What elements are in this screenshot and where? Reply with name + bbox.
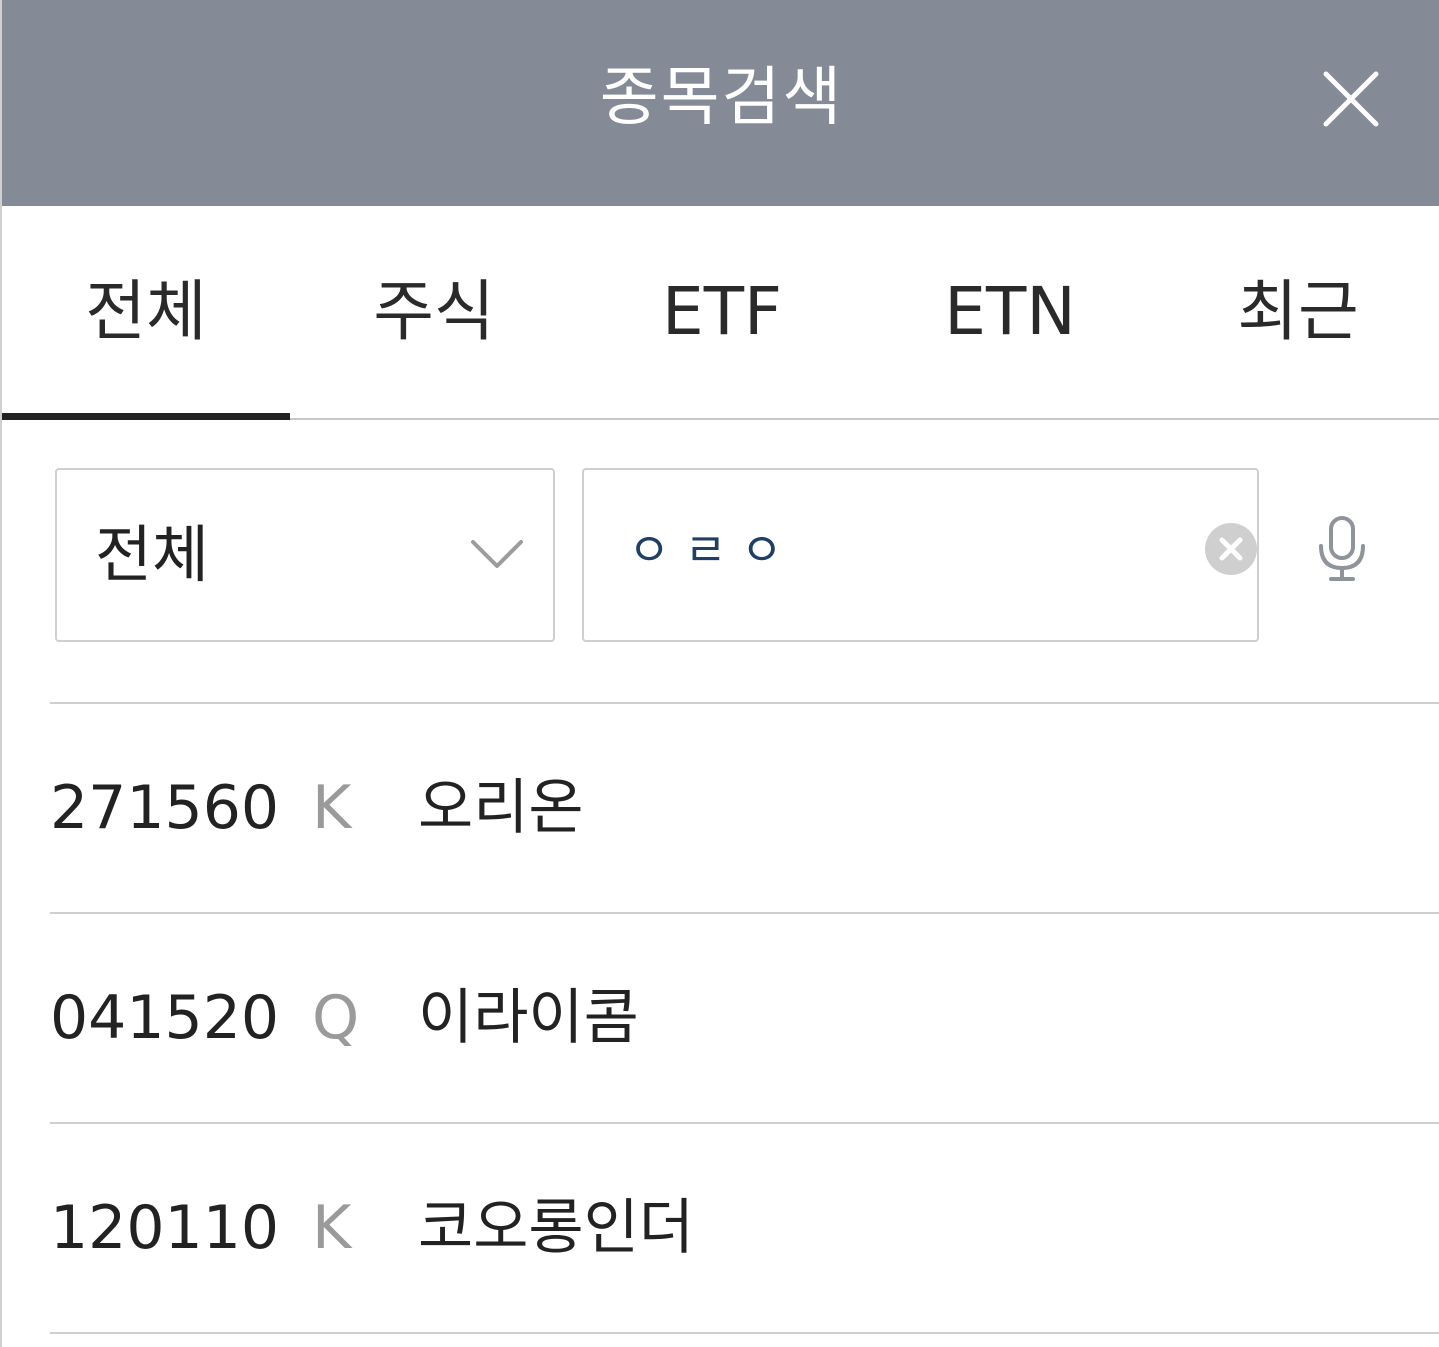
- search-results-list: 271560 K 오리온 041520 Q 이라이콤 120110 K 코오롱인…: [2, 702, 1439, 1347]
- stock-name: 오리온: [418, 773, 584, 843]
- category-tabs: 전체 주식 ETF ETN 최근: [2, 206, 1439, 420]
- header-bar: 종목검색: [2, 0, 1439, 206]
- market-filter-value: 전체: [95, 518, 210, 591]
- tab-stock[interactable]: 주식: [290, 206, 578, 418]
- microphone-icon: [1319, 516, 1365, 581]
- tab-recent[interactable]: 최근: [1154, 206, 1439, 418]
- list-item[interactable]: 120110 K 코오롱인더: [2, 1124, 1439, 1332]
- search-field: [582, 468, 1259, 642]
- stock-code: 041520: [50, 983, 280, 1053]
- chevron-down-icon: [471, 540, 523, 568]
- page-title: 종목검색: [599, 61, 844, 135]
- stock-code: 271560: [50, 773, 280, 843]
- close-icon: [1323, 71, 1379, 127]
- list-item[interactable]: 041520 Q 이라이콤: [2, 914, 1439, 1122]
- stock-search-screen: 종목검색 전체 주식 ETF ETN 최근 전체 ㅇㄹㅇ 271560 K 오리…: [0, 0, 1439, 1347]
- clear-circle-icon: [1205, 523, 1257, 575]
- tab-etf[interactable]: ETF: [578, 206, 866, 418]
- clear-search-button[interactable]: [1204, 522, 1258, 576]
- stock-name: 코오롱인더: [418, 1193, 694, 1263]
- market-badge: Q: [312, 983, 360, 1053]
- close-button[interactable]: [1312, 62, 1392, 142]
- tab-all[interactable]: 전체: [2, 206, 290, 420]
- list-divider: [50, 1332, 1439, 1334]
- search-input[interactable]: [628, 490, 1188, 604]
- market-filter-select[interactable]: 전체: [55, 468, 555, 642]
- list-item[interactable]: 271560 K 오리온: [2, 704, 1439, 912]
- stock-name: 이라이콤: [418, 983, 639, 1053]
- stock-code: 120110: [50, 1193, 280, 1263]
- voice-search-button[interactable]: [1307, 514, 1377, 584]
- market-badge: K: [312, 773, 352, 843]
- tab-etn[interactable]: ETN: [866, 206, 1154, 418]
- market-badge: K: [312, 1193, 352, 1263]
